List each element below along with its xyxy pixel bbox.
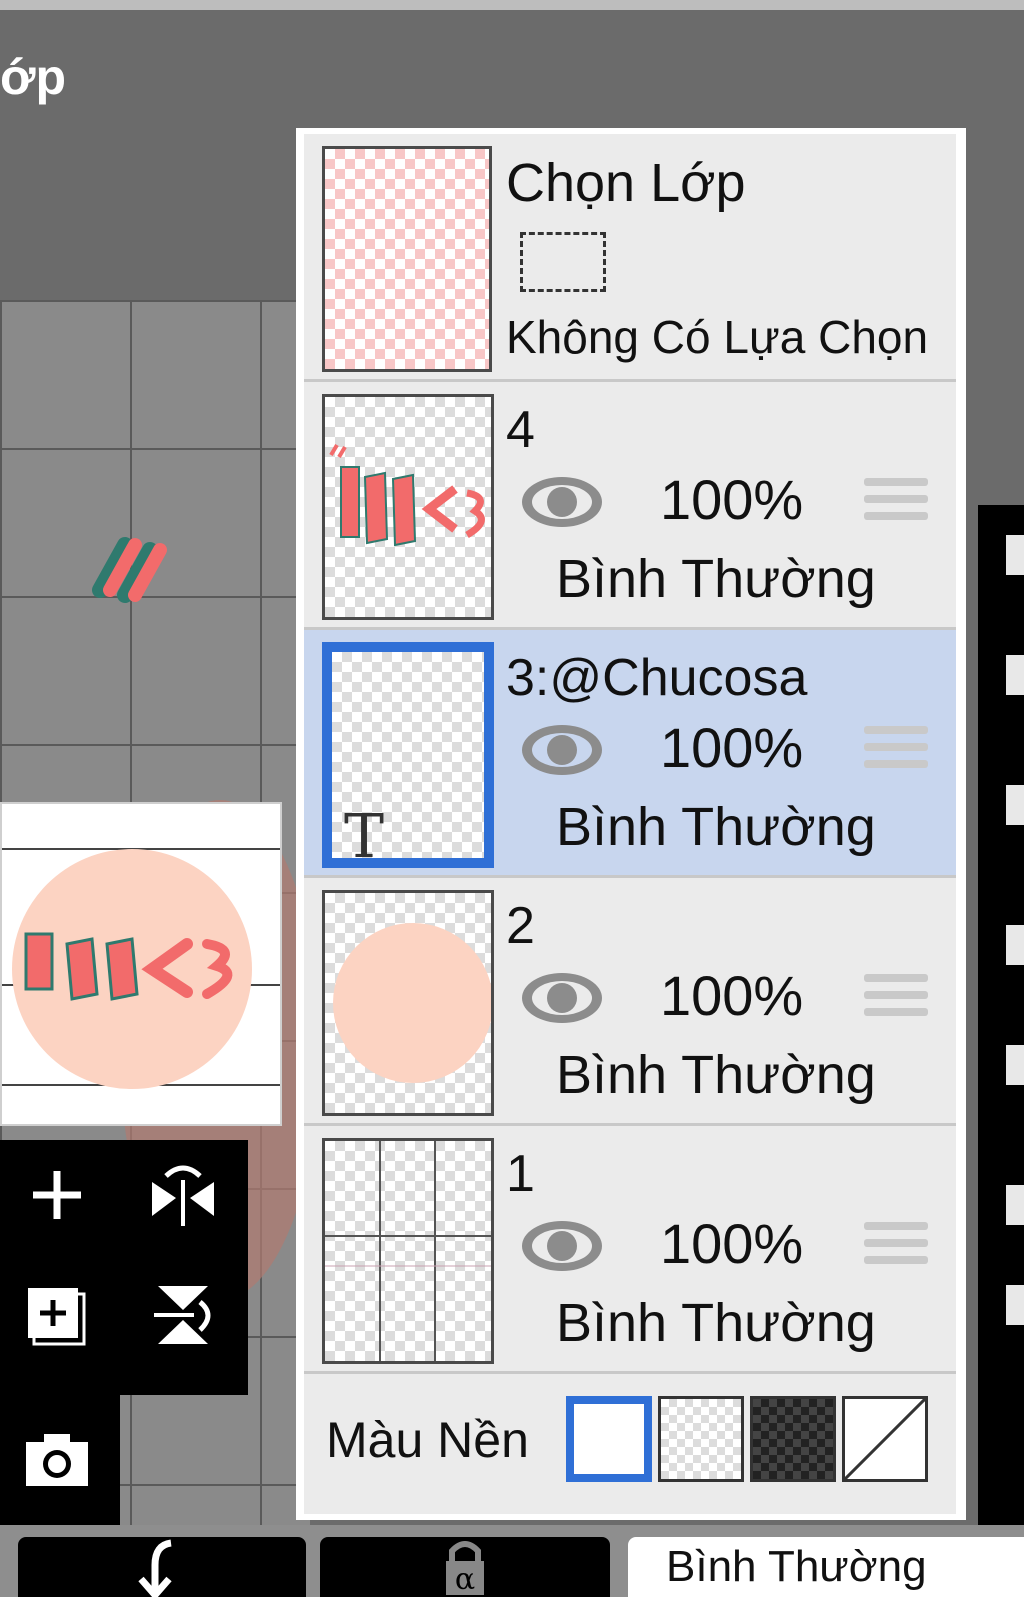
layer-name: 2 (506, 897, 535, 955)
layer-name: 1 (506, 1145, 535, 1203)
flip-vertical-button[interactable] (138, 1270, 228, 1360)
alpha-lock-icon: α (446, 1541, 484, 1597)
selection-layer-title: Chọn Lớp (506, 153, 746, 213)
selection-status: Không Có Lựa Chọn (506, 311, 929, 363)
layer-tools (0, 1140, 248, 1395)
eye-icon[interactable] (518, 720, 606, 780)
drag-handle-icon[interactable] (864, 974, 928, 1028)
layer-thumbnail (322, 394, 494, 620)
flip-tool-icon[interactable] (1006, 1045, 1024, 1085)
layer-panel: Chọn Lớp Không Có Lựa Chọn 4 100% Bình T… (296, 128, 966, 1520)
layer-blend-mode[interactable]: Bình Thường (556, 548, 876, 610)
canvas-preview[interactable] (0, 802, 282, 1126)
status-bar (0, 0, 1024, 10)
layer-thumbnail: T (322, 642, 494, 868)
plus-icon (33, 1171, 81, 1219)
transparency-tool-icon[interactable] (1006, 535, 1024, 575)
duplicate-layer-button[interactable] (12, 1270, 102, 1360)
trash-icon[interactable] (1006, 1285, 1024, 1325)
layer-row[interactable]: 2 100% Bình Thường (304, 878, 956, 1126)
page-title: ớp (0, 49, 67, 105)
selection-marquee-icon (520, 232, 606, 292)
right-toolbar (978, 505, 1024, 1525)
layer-opacity[interactable]: 100% (660, 964, 803, 1028)
menu-tool-icon[interactable] (1006, 1185, 1024, 1225)
flip-horizontal-icon (152, 1165, 214, 1226)
play-tool-icon[interactable] (1006, 925, 1024, 965)
canvas-quote-mark (92, 537, 167, 603)
add-copy-icon (28, 1288, 86, 1346)
flip-vertical-icon (154, 1286, 211, 1344)
blend-mode-selector[interactable]: Bình Thường (628, 1537, 1024, 1597)
layer-row[interactable]: 4 100% Bình Thường (304, 382, 956, 630)
drag-handle-icon[interactable] (864, 1222, 928, 1276)
layer-opacity[interactable]: 100% (660, 1212, 803, 1276)
layer-thumbnail (322, 890, 494, 1116)
layer-1-grid (325, 1141, 491, 1361)
layer-4-artwork (329, 443, 485, 547)
preview-artwork (24, 932, 233, 1001)
bg-white-option[interactable] (566, 1396, 652, 1482)
layer-blend-mode[interactable]: Bình Thường (556, 1292, 876, 1354)
layer-row-selected[interactable]: T 3:@Chucosa 100% Bình Thường (304, 630, 956, 878)
camera-icon (26, 1434, 88, 1486)
alpha-lock-button[interactable]: α (320, 1537, 610, 1597)
camera-button[interactable] (12, 1415, 102, 1505)
add-layer-button[interactable] (12, 1150, 102, 1240)
layer-blend-mode[interactable]: Bình Thường (556, 796, 876, 858)
background-color-row: Màu Nền (304, 1374, 956, 1514)
selection-layer-row[interactable]: Chọn Lớp Không Có Lựa Chọn (304, 134, 956, 382)
bg-transparent-dark-option[interactable] (750, 1396, 836, 1482)
layer-opacity[interactable]: 100% (660, 468, 803, 532)
layer-opacity[interactable]: 100% (660, 716, 803, 780)
bottom-bar: α Bình Thường (0, 1525, 1024, 1597)
layer-name: 4 (506, 401, 535, 459)
background-color-label: Màu Nền (326, 1412, 529, 1468)
eye-icon[interactable] (518, 968, 606, 1028)
eye-icon[interactable] (518, 1216, 606, 1276)
drag-handle-icon[interactable] (864, 726, 928, 780)
selection-layer-thumbnail (322, 146, 492, 372)
diagonal-slash-icon (843, 1397, 927, 1481)
rotate-tool-icon[interactable] (1006, 785, 1024, 825)
bg-transparent-light-option[interactable] (658, 1396, 744, 1482)
merge-down-icon (138, 1539, 172, 1597)
drag-handle-icon[interactable] (864, 478, 928, 532)
move-tool-icon[interactable] (1006, 655, 1024, 695)
layer-name: 3:@Chucosa (506, 649, 808, 707)
eye-icon[interactable] (518, 472, 606, 532)
merge-down-button[interactable] (18, 1537, 306, 1597)
layer-tools-extra (0, 1395, 120, 1525)
layer-blend-mode[interactable]: Bình Thường (556, 1044, 876, 1106)
bg-none-option[interactable] (842, 1396, 928, 1482)
layer-2-circle (333, 923, 491, 1083)
flip-horizontal-button[interactable] (138, 1150, 228, 1240)
text-layer-badge: T (344, 802, 385, 868)
svg-text:α: α (455, 1562, 475, 1597)
layer-row[interactable]: 1 100% Bình Thường (304, 1126, 956, 1374)
layer-thumbnail (322, 1138, 494, 1364)
